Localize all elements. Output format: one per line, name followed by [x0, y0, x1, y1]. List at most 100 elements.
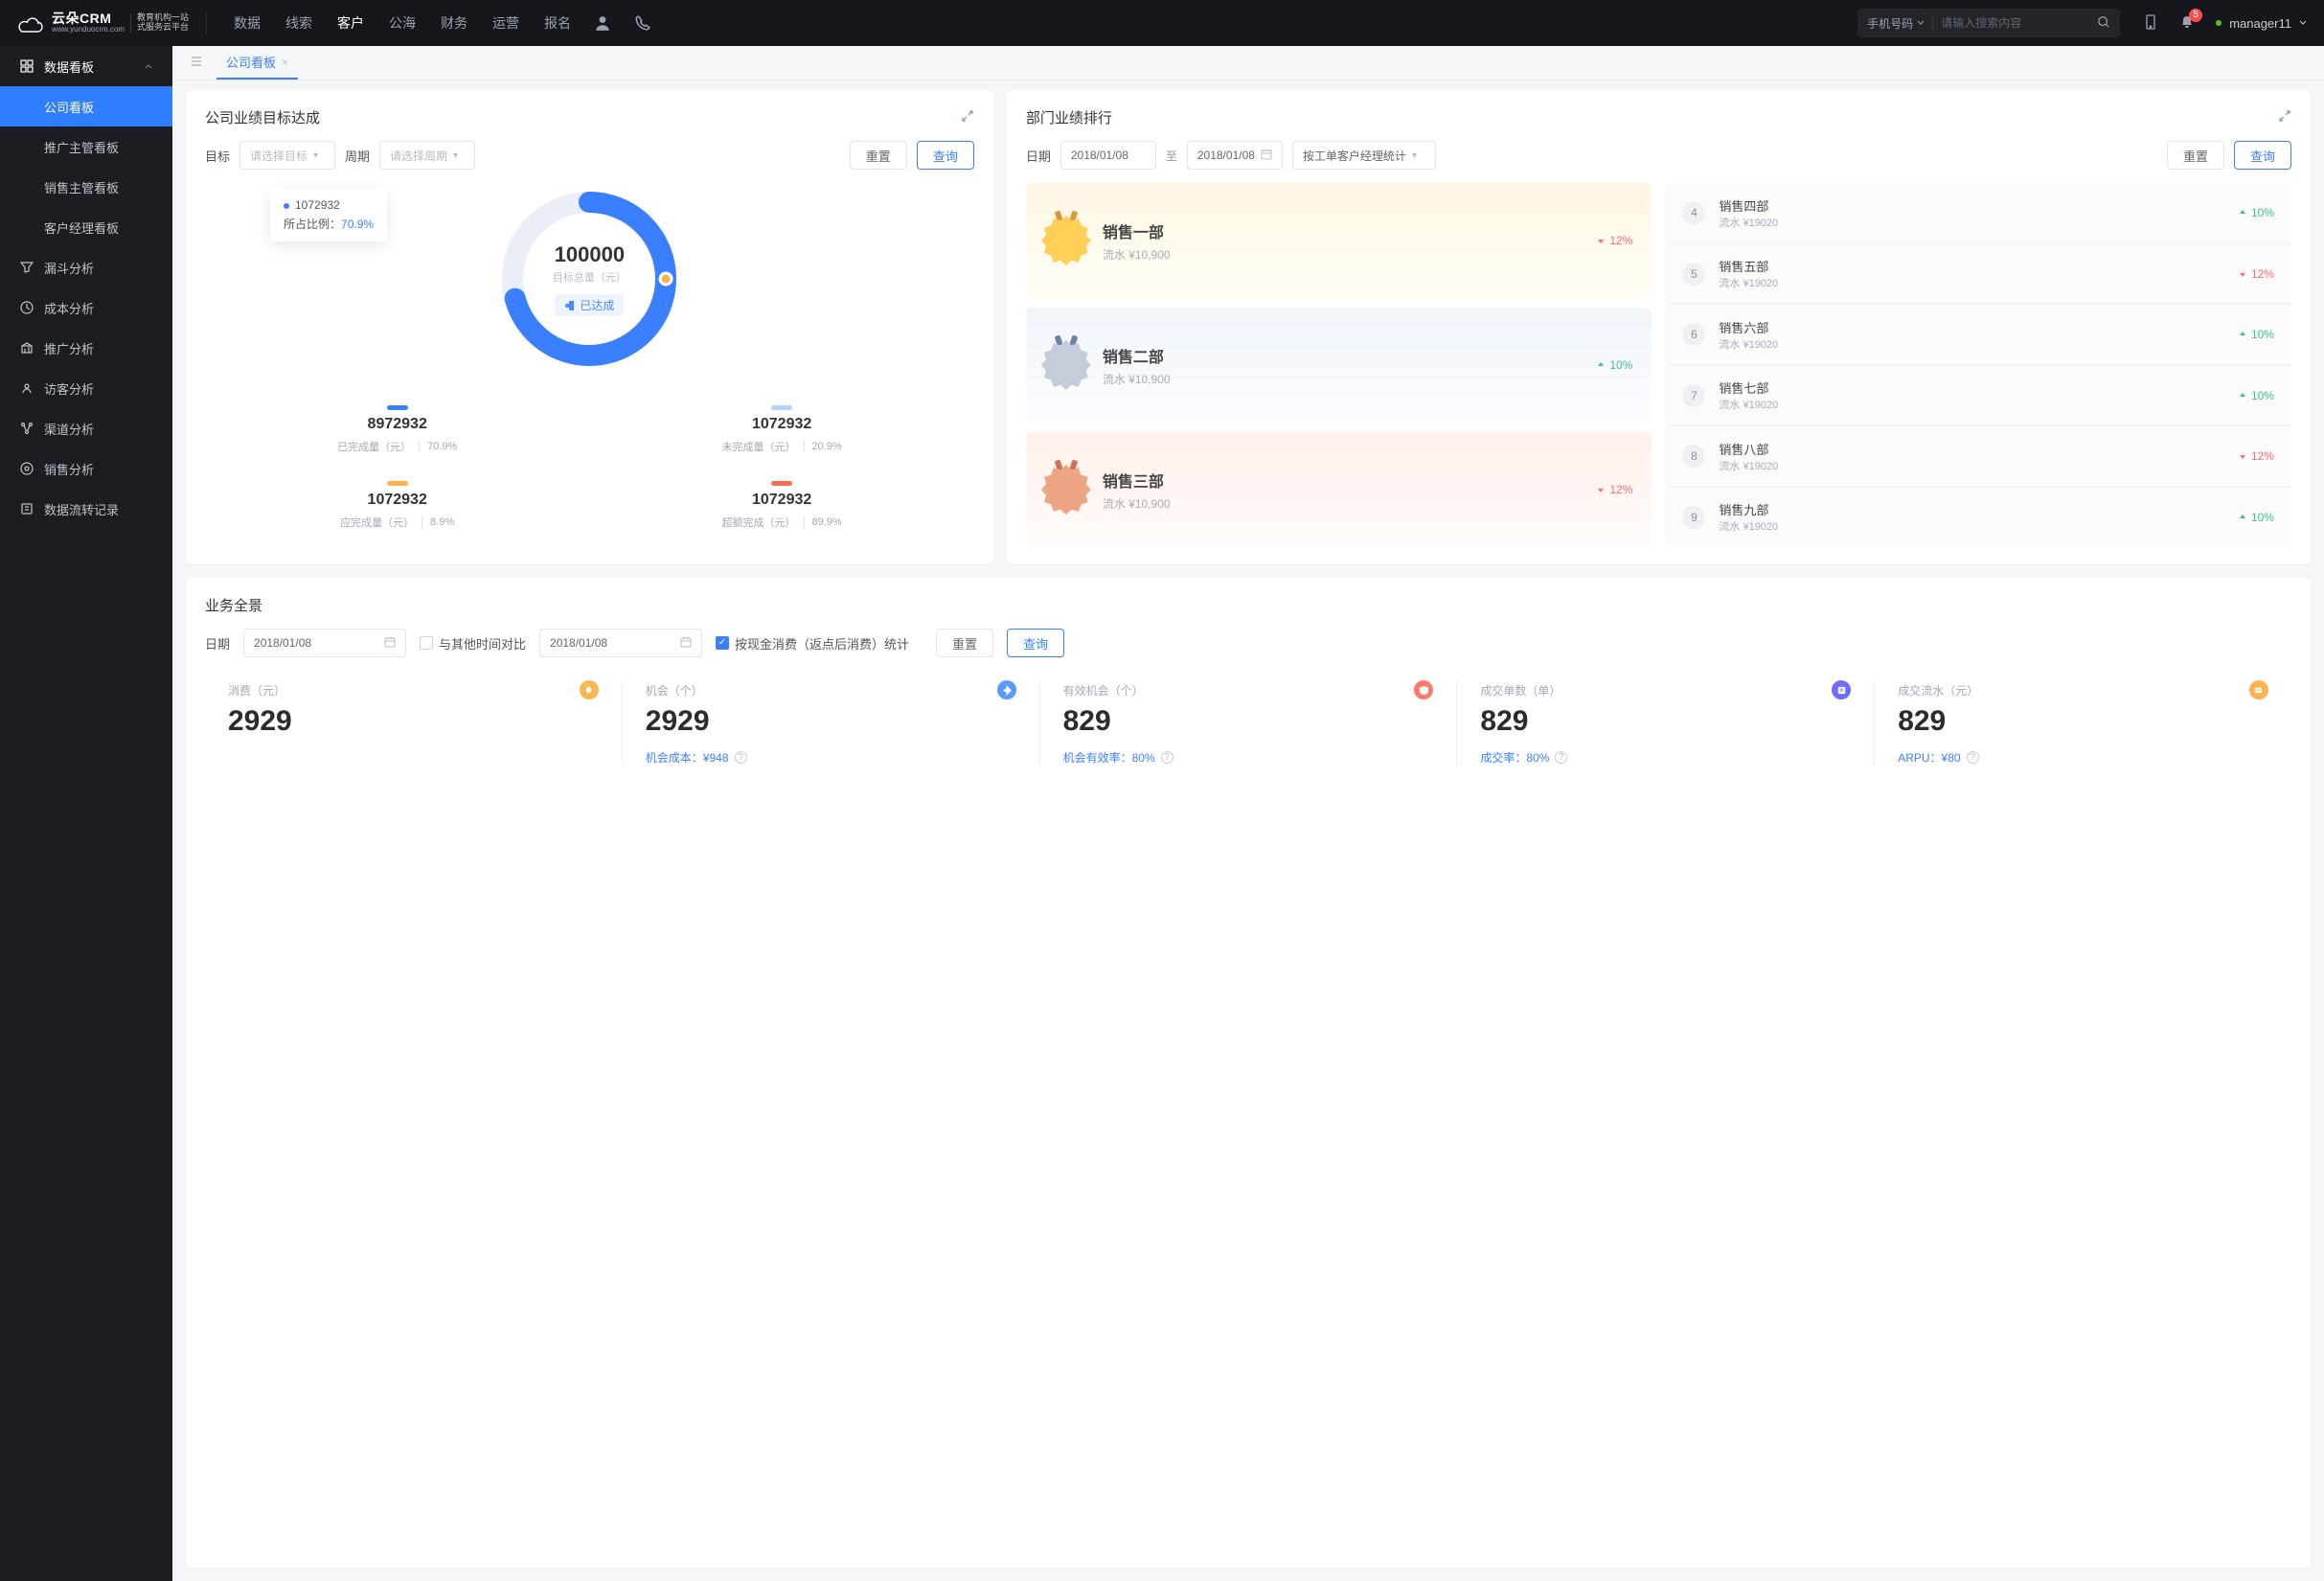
kpi-3: 成交单数（单）829成交率：80%? — [1457, 680, 1875, 766]
search-type-select[interactable]: 手机号码 — [1867, 15, 1925, 32]
top-nav: 云朵CRM www.yunduocrm.com 教育机构一站 式服务云平台 数据… — [0, 0, 2324, 46]
funnel-icon — [19, 260, 34, 275]
perf-stat-3: 1072932超额完成（元）89.9% — [589, 468, 973, 543]
period-select[interactable]: 请选择周期▾ — [379, 141, 475, 170]
status-dot — [2216, 20, 2221, 26]
sidebar-item-2[interactable]: 销售主管看板 — [0, 167, 172, 207]
kpi-orange-icon — [580, 680, 599, 699]
rank-row-7: 7销售七部流水 ¥1902010% — [1665, 366, 2291, 427]
perf-stat-0: 8972932已完成量（元）70.9% — [205, 392, 589, 468]
kpi-0: 消费（元）2929 — [205, 680, 623, 766]
expand-icon[interactable] — [2278, 109, 2291, 126]
reset-button[interactable]: 重置 — [936, 629, 993, 657]
period-label: 周期 — [345, 147, 370, 165]
nav-item-3[interactable]: 公海 — [389, 13, 416, 33]
nav-item-5[interactable]: 运营 — [492, 13, 519, 33]
date2-input[interactable]: 2018/01/08 — [539, 629, 702, 657]
reset-button[interactable]: 重置 — [850, 141, 907, 170]
kpi-red-icon — [1414, 680, 1433, 699]
rank-row-6: 6销售六部流水 ¥1902010% — [1665, 305, 2291, 366]
delta: 10% — [1596, 358, 1632, 372]
target-total: 100000 — [555, 242, 625, 267]
cash-checkbox[interactable]: 按现金消费（返点后消费）统计 — [716, 634, 909, 653]
sidebar-item-1[interactable]: 推广主管看板 — [0, 126, 172, 167]
date-label: 日期 — [205, 634, 230, 653]
main-content: 公司看板 × 公司业绩目标达成 目标 请选择目标▾ 周期 请选择周期▾ — [172, 46, 2324, 1581]
rank-top-1: 1销售一部流水 ¥10,90012% — [1026, 183, 1652, 298]
rank-top-2: 2销售二部流水 ¥10,90010% — [1026, 308, 1652, 423]
sidebar-link-flow[interactable]: 数据流转记录 — [0, 489, 172, 529]
perf-stat-1: 1072932未完成量（元）20.9% — [589, 392, 973, 468]
mobile-icon[interactable] — [2143, 14, 2158, 33]
sidebar-link-promo[interactable]: 推广分析 — [0, 328, 172, 368]
chevron-up-icon — [144, 59, 153, 74]
goal-label: 目标 — [205, 147, 230, 165]
sidebar-item-3[interactable]: 客户经理看板 — [0, 207, 172, 247]
rank-row-5: 5销售五部流水 ¥1902012% — [1665, 244, 2291, 306]
nav-item-0[interactable]: 数据 — [234, 13, 261, 33]
help-icon[interactable]: ? — [735, 751, 747, 764]
help-icon[interactable]: ? — [1967, 751, 1979, 764]
date1-input[interactable]: 2018/01/08 — [243, 629, 406, 657]
sidebar-link-visitor[interactable]: 访客分析 — [0, 368, 172, 408]
kpi-2: 有效机会（个）829机会有效率：80%? — [1040, 680, 1458, 766]
sidebar-link-cost[interactable]: 成本分析 — [0, 287, 172, 328]
phone-icon[interactable] — [634, 14, 651, 32]
ranking-card: 部门业绩排行 日期 2018/01/08 至 2018/01/08 按工单客户经… — [1007, 90, 2311, 564]
query-button[interactable]: 查询 — [2234, 141, 2291, 170]
kpi-blue-icon — [997, 680, 1016, 699]
delta: 12% — [1596, 483, 1632, 496]
logo: 云朵CRM www.yunduocrm.com 教育机构一站 式服务云平台 — [17, 11, 207, 34]
channel-icon — [19, 421, 34, 436]
user-menu[interactable]: manager11 — [2216, 16, 2307, 31]
help-icon[interactable]: ? — [1555, 751, 1567, 764]
perf-stat-2: 1072932应完成量（元）8.9% — [205, 468, 589, 543]
compare-checkbox[interactable]: 与其他时间对比 — [420, 634, 526, 653]
kpi-indigo-icon — [1832, 680, 1851, 699]
achieved-badge: 已达成 — [555, 294, 624, 316]
card-title: 部门业绩排行 — [1026, 107, 1112, 127]
donut-chart: 100000 目标总量（元） 已达成 — [484, 173, 695, 384]
dashboard-icon — [19, 58, 34, 74]
date-start-input[interactable]: 2018/01/08 — [1060, 141, 1156, 170]
flow-icon — [19, 501, 34, 516]
bell-icon[interactable]: 5 — [2179, 14, 2195, 33]
notification-badge: 5 — [2189, 9, 2202, 22]
chart-tooltip: 1072932 所占比例：70.9% — [270, 189, 387, 241]
delta: 12% — [1596, 234, 1632, 247]
kpi-4: 成交流水（元）829ARPU：¥80? — [1875, 680, 2291, 766]
tab-bar: 公司看板 × — [172, 46, 2324, 80]
reset-button[interactable]: 重置 — [2167, 141, 2224, 170]
goal-select[interactable]: 请选择目标▾ — [239, 141, 335, 170]
date-end-input[interactable]: 2018/01/08 — [1187, 141, 1283, 170]
tab-company-dashboard[interactable]: 公司看板 × — [216, 46, 298, 80]
nav-item-2[interactable]: 客户 — [337, 13, 364, 33]
search-input[interactable] — [1932, 16, 2089, 30]
nav-item-6[interactable]: 报名 — [544, 13, 571, 33]
sidebar-item-0[interactable]: 公司看板 — [0, 86, 172, 126]
target-total-label: 目标总量（元） — [553, 269, 627, 285]
sidebar-link-channel[interactable]: 渠道分析 — [0, 408, 172, 448]
sidebar-link-funnel[interactable]: 漏斗分析 — [0, 247, 172, 287]
sidebar-link-sales[interactable]: 销售分析 — [0, 448, 172, 489]
cost-icon — [19, 300, 34, 315]
medal-2-icon: 2 — [1045, 339, 1087, 391]
sidebar-section-dashboard[interactable]: 数据看板 — [0, 46, 172, 86]
close-icon[interactable]: × — [282, 56, 288, 69]
stat-mode-select[interactable]: 按工单客户经理统计▾ — [1292, 141, 1436, 170]
nav-item-1[interactable]: 线索 — [285, 13, 312, 33]
performance-card: 公司业绩目标达成 目标 请选择目标▾ 周期 请选择周期▾ 重置 查询 — [186, 90, 993, 564]
rank-row-9: 9销售九部流水 ¥1902010% — [1665, 488, 2291, 548]
medal-3-icon: 3 — [1045, 464, 1087, 516]
sales-icon — [19, 461, 34, 476]
tab-label: 公司看板 — [226, 53, 276, 71]
query-button[interactable]: 查询 — [917, 141, 974, 170]
promo-icon — [19, 340, 34, 355]
help-icon[interactable]: ? — [1161, 751, 1173, 764]
expand-icon[interactable] — [961, 109, 974, 126]
search-icon[interactable] — [2097, 15, 2110, 32]
collapse-sidebar-icon[interactable] — [176, 55, 203, 71]
query-button[interactable]: 查询 — [1007, 629, 1064, 657]
user-icon[interactable] — [594, 14, 611, 32]
nav-item-4[interactable]: 财务 — [441, 13, 467, 33]
